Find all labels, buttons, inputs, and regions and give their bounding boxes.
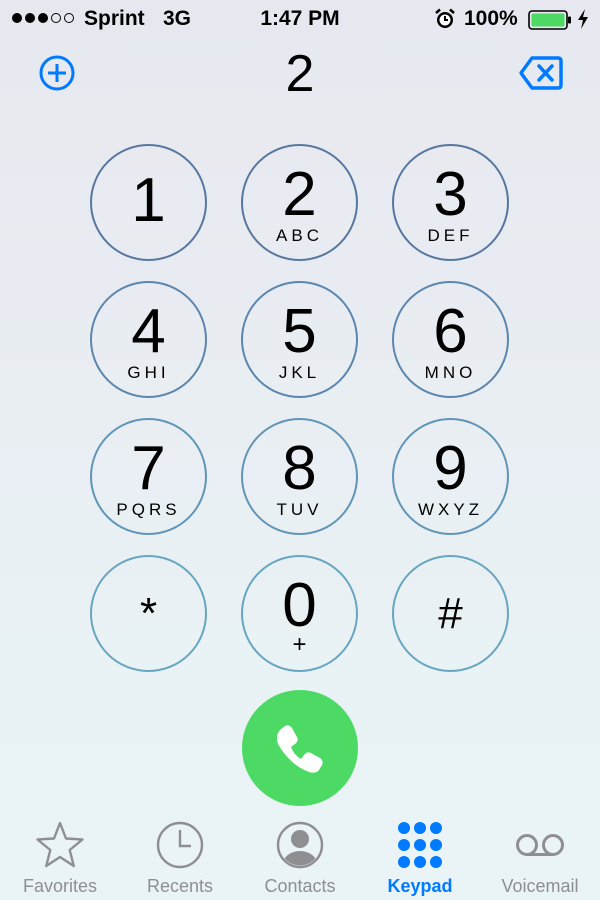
- key-4[interactable]: 4 GHI: [90, 281, 207, 398]
- charging-bolt-icon: [578, 9, 588, 29]
- contact-person-icon: [276, 821, 324, 869]
- alarm-clock-icon: [435, 8, 455, 28]
- tab-label: Favorites: [22, 876, 98, 896]
- key-letters: WXYZ: [417, 500, 484, 519]
- key-digit: 9: [433, 434, 468, 503]
- keypad-grid-icon: [398, 822, 442, 868]
- tab-recents[interactable]: Recents: [120, 810, 240, 900]
- key-2[interactable]: 2 ABC: [241, 144, 358, 261]
- tab-favorites[interactable]: Favorites: [0, 810, 120, 900]
- phone-handset-icon: [276, 725, 323, 773]
- key-8[interactable]: 8 TUV: [241, 418, 358, 535]
- delete-digit-button[interactable]: [518, 54, 564, 92]
- add-contact-button[interactable]: [36, 52, 78, 94]
- key-letters: ABC: [276, 226, 323, 245]
- key-digit: 8: [282, 434, 317, 503]
- key-digit: 6: [433, 297, 468, 366]
- key-digit: 5: [282, 297, 317, 366]
- key-letters: MNO: [424, 363, 477, 382]
- key-letters: JKL: [278, 363, 321, 382]
- tab-label: Contacts: [264, 876, 336, 896]
- key-digit: 4: [131, 297, 166, 366]
- key-digit: 2: [282, 160, 317, 229]
- key-symbol: #: [438, 589, 463, 638]
- key-digit: 3: [433, 160, 468, 229]
- key-7[interactable]: 7 PQRS: [90, 418, 207, 535]
- key-3[interactable]: 3 DEF: [392, 144, 509, 261]
- key-symbol: *: [139, 589, 158, 638]
- tab-label: Recents: [146, 876, 214, 896]
- key-letters: TUV: [276, 500, 323, 519]
- tab-keypad[interactable]: Keypad: [360, 810, 480, 900]
- key-digit: 1: [131, 166, 166, 235]
- key-1[interactable]: 1: [90, 144, 207, 261]
- voicemail-icon: [516, 834, 564, 856]
- key-digit: 7: [131, 434, 166, 503]
- tab-contacts[interactable]: Contacts: [240, 810, 360, 900]
- dialed-number-display: 2: [285, 45, 315, 103]
- tab-label: Voicemail: [501, 876, 579, 896]
- key-digit: 0: [282, 571, 317, 640]
- battery-percentage: 100%: [464, 7, 518, 30]
- tab-bar: Favorites Recents Contacts Keypad Voicem…: [0, 810, 600, 900]
- tab-label: Keypad: [387, 876, 453, 896]
- battery-icon: [528, 10, 571, 30]
- status-bar: Sprint 3G 1:47 PM 100%: [0, 0, 600, 40]
- key-letters: PQRS: [116, 500, 181, 519]
- key-hash[interactable]: #: [392, 555, 509, 672]
- star-icon: [36, 821, 84, 868]
- clock-icon: [156, 821, 204, 869]
- call-button[interactable]: [242, 690, 358, 806]
- key-letters: +: [292, 631, 307, 658]
- key-6[interactable]: 6 MNO: [392, 281, 509, 398]
- key-5[interactable]: 5 JKL: [241, 281, 358, 398]
- key-0[interactable]: 0 +: [241, 555, 358, 672]
- key-letters: DEF: [427, 226, 474, 245]
- key-9[interactable]: 9 WXYZ: [392, 418, 509, 535]
- key-star[interactable]: *: [90, 555, 207, 672]
- tab-voicemail[interactable]: Voicemail: [480, 810, 600, 900]
- key-letters: GHI: [127, 363, 170, 382]
